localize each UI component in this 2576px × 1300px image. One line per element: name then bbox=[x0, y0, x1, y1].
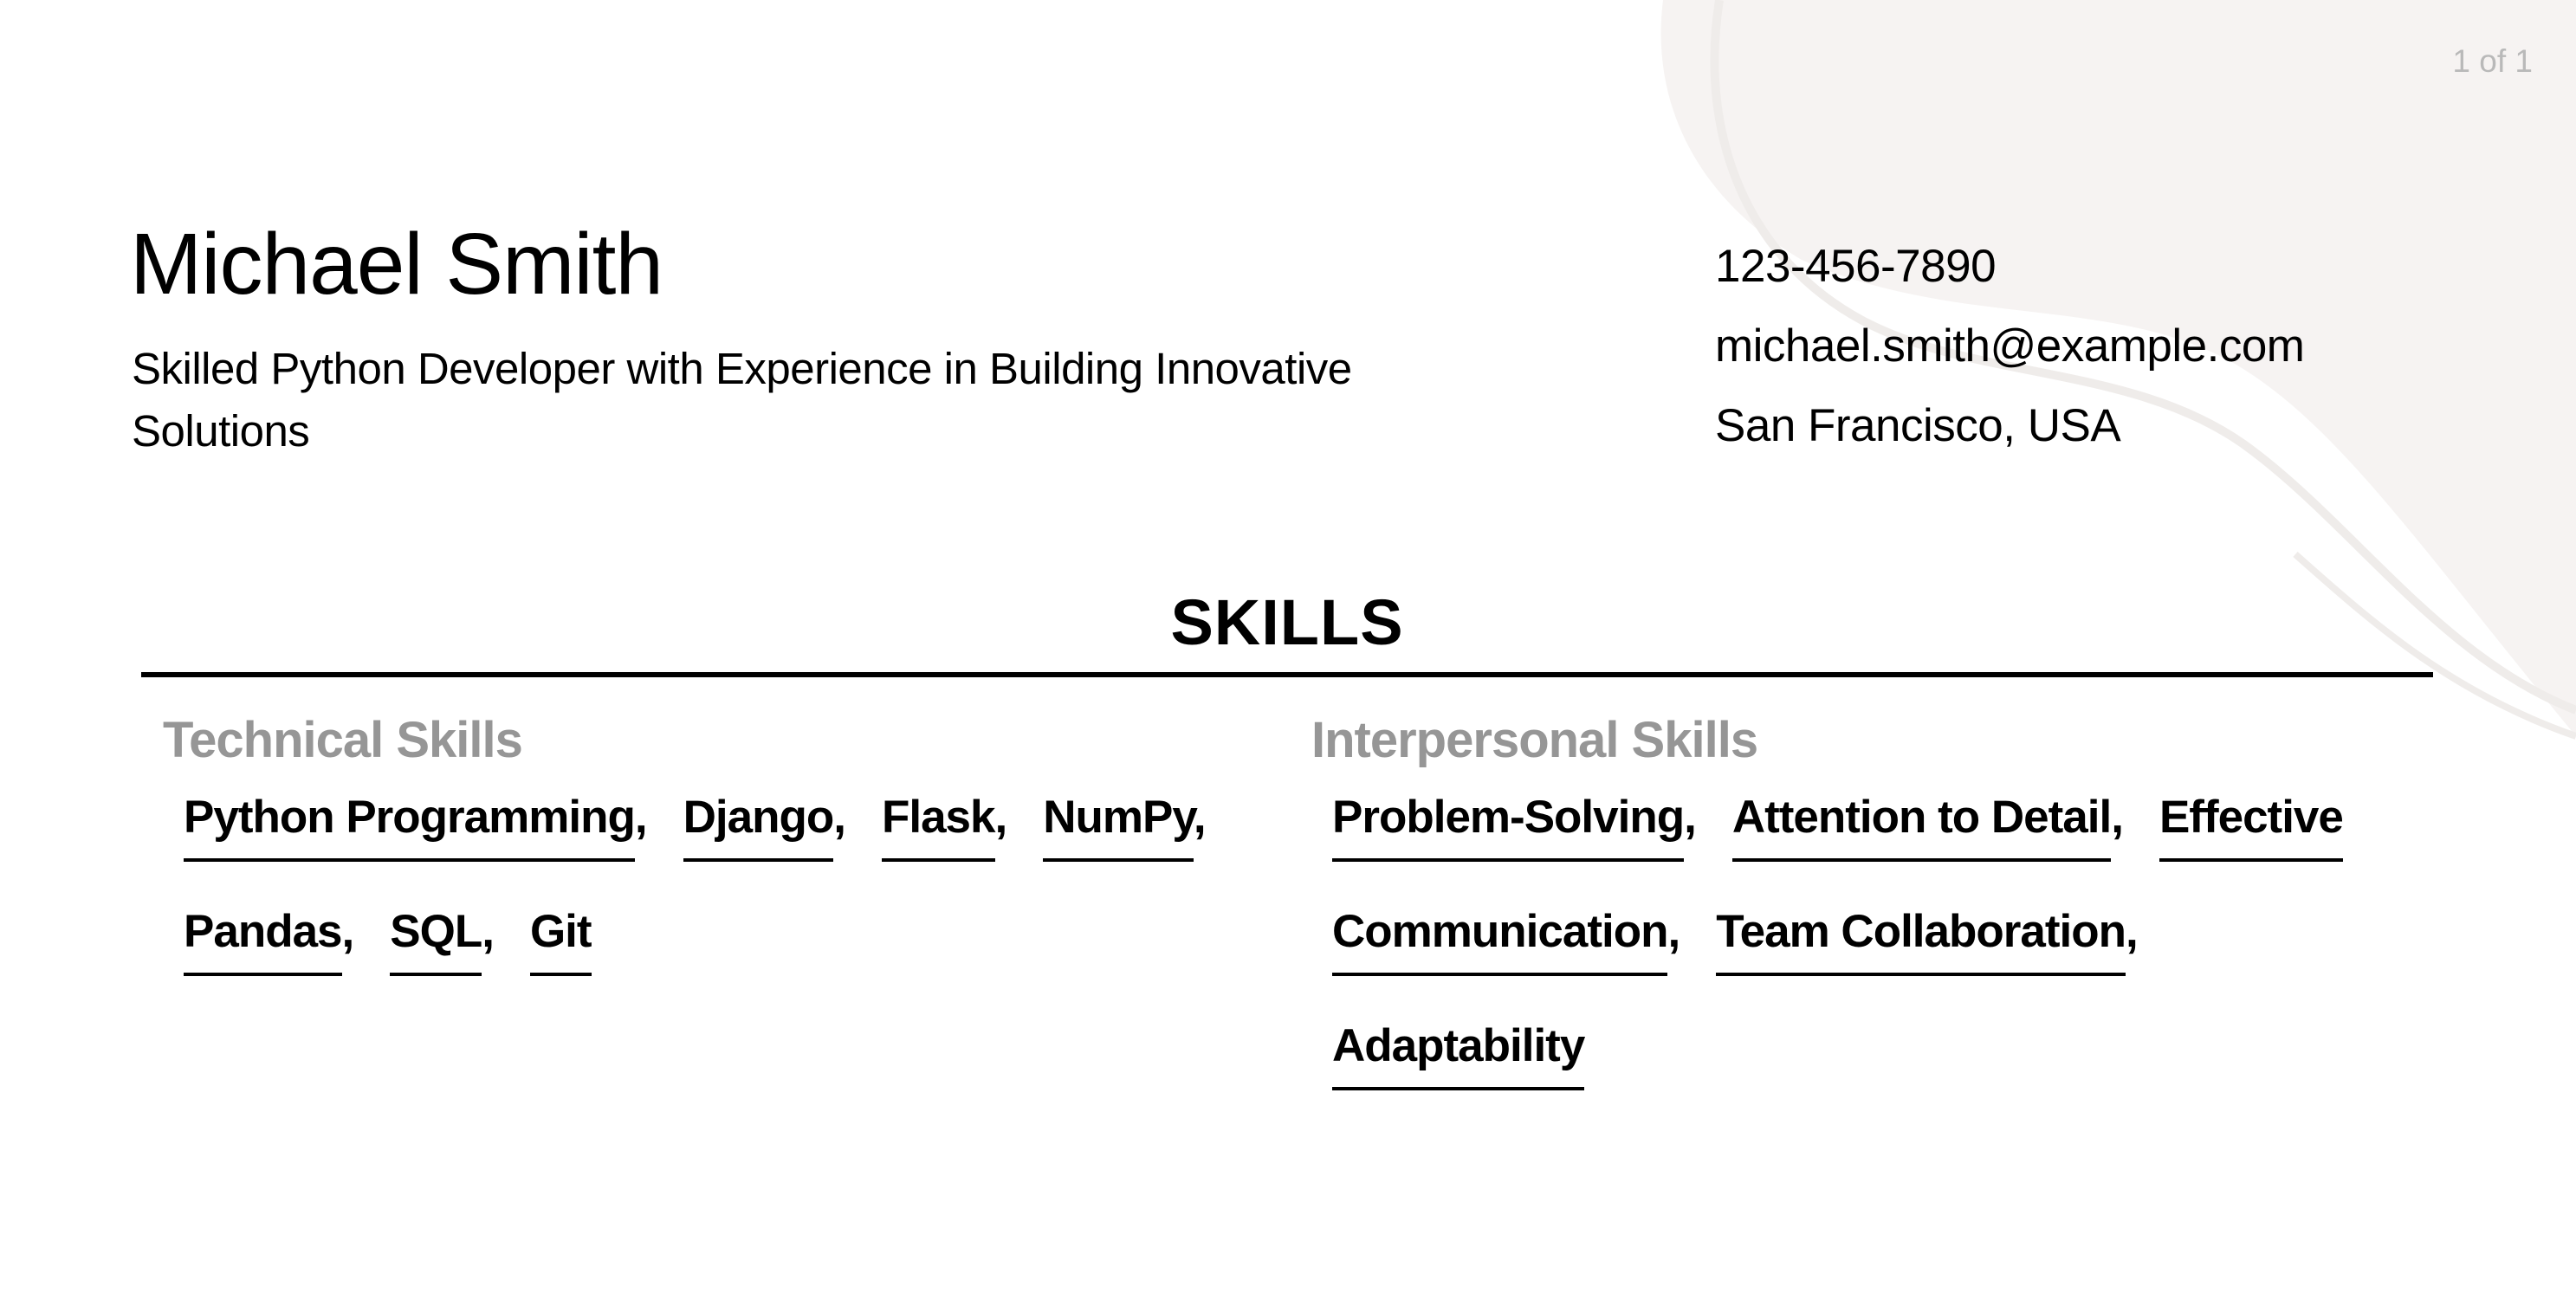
technical-skills-list: Python Programming, Django, Flask, NumPy, Pa… bbox=[184, 792, 1254, 1023]
skill-row: Pandas, SQL, Git bbox=[184, 906, 1254, 1023]
skill-item: Django, bbox=[683, 792, 846, 862]
skill-item: Pandas, bbox=[184, 906, 355, 976]
skill-separator: , bbox=[833, 792, 846, 843]
skill-item: Attention to Detail, bbox=[1731, 792, 2124, 862]
skill-label: Team Collaboration bbox=[1716, 906, 2126, 976]
skill-label: Effective bbox=[2159, 792, 2344, 862]
skill-item: Communication, bbox=[1332, 906, 1680, 976]
skill-label: Git bbox=[529, 906, 592, 976]
skill-separator: , bbox=[1684, 792, 1697, 843]
skill-item: Effective bbox=[2159, 792, 2344, 862]
contact-location: San Francisco, USA bbox=[1715, 400, 2121, 451]
skill-label: Pandas bbox=[184, 906, 343, 976]
candidate-name: Michael Smith bbox=[130, 216, 663, 313]
skill-label: Problem-Solving bbox=[1332, 792, 1685, 862]
skill-item: Problem-Solving, bbox=[1332, 792, 1697, 862]
contact-email: michael.smith@example.com bbox=[1715, 320, 2305, 372]
skill-row: Communication, Team Collaboration, bbox=[1332, 906, 2429, 1023]
skill-item: NumPy, bbox=[1043, 792, 1207, 862]
skill-row: Problem-Solving, Attention to Detail, Effe… bbox=[1332, 792, 2429, 909]
skill-item: Adaptability bbox=[1332, 1020, 1585, 1090]
skill-separator: , bbox=[2111, 792, 2124, 843]
skill-separator: , bbox=[1667, 906, 1680, 957]
skill-label: Flask bbox=[881, 792, 995, 862]
skill-separator: , bbox=[341, 906, 355, 957]
skill-row: Adaptability bbox=[1332, 1020, 2429, 1137]
section-divider bbox=[141, 672, 2433, 677]
skill-separator: , bbox=[482, 906, 495, 957]
skill-item: Team Collaboration, bbox=[1716, 906, 2139, 976]
technical-skills-column: Technical Skills Python Programming, Djan… bbox=[163, 706, 1254, 1023]
skill-separator: , bbox=[2125, 906, 2139, 957]
interpersonal-skills-heading: Interpersonal Skills bbox=[1311, 712, 1758, 768]
skill-item: Python Programming, bbox=[184, 792, 648, 862]
skill-separator: , bbox=[1193, 792, 1207, 843]
skill-label: Python Programming bbox=[184, 792, 636, 862]
skill-label: SQL bbox=[390, 906, 482, 976]
contact-phone: 123-456-7890 bbox=[1715, 241, 1997, 292]
interpersonal-skills-list: Problem-Solving, Attention to Detail, Effe… bbox=[1332, 792, 2429, 1137]
technical-skills-heading: Technical Skills bbox=[163, 712, 523, 768]
skill-item: Flask, bbox=[881, 792, 1008, 862]
skills-section-title: SKILLS bbox=[1170, 586, 1404, 658]
page-counter: 1 of 1 bbox=[2452, 43, 2533, 79]
skill-label: Adaptability bbox=[1332, 1020, 1585, 1090]
contact-info: 123-456-7890 michael.smith@example.com S… bbox=[1715, 227, 2305, 466]
skill-separator: , bbox=[634, 792, 648, 843]
skill-label: NumPy bbox=[1043, 792, 1194, 862]
skill-separator: , bbox=[994, 792, 1008, 843]
skill-row: Python Programming, Django, Flask, NumPy, bbox=[184, 792, 1254, 909]
skill-label: Django bbox=[683, 792, 834, 862]
skill-label: Attention to Detail bbox=[1731, 792, 2112, 862]
skill-item: SQL, bbox=[390, 906, 495, 976]
interpersonal-skills-column: Interpersonal Skills Problem-Solving, Att… bbox=[1311, 706, 2429, 1137]
skill-label: Communication bbox=[1332, 906, 1668, 976]
skill-item: Git bbox=[529, 906, 592, 976]
candidate-tagline: Skilled Python Developer with Experience… bbox=[132, 344, 1352, 456]
